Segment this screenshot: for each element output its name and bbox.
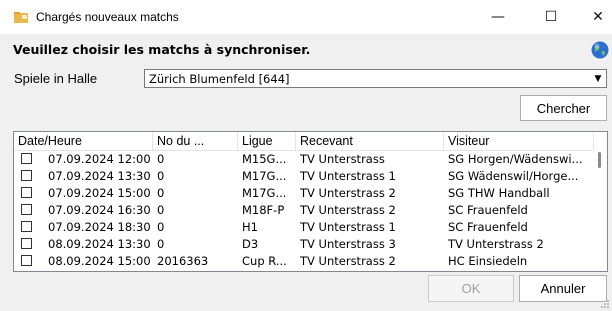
cell-home: TV Unterstrass 2 bbox=[300, 203, 396, 217]
table-header: Date/Heure No du ... Ligue Recevant Visi… bbox=[14, 132, 607, 151]
table-row[interactable]: 07.09.2024 16:30 0 M18F-P TV Unterstrass… bbox=[14, 202, 594, 218]
column-header-home[interactable]: Recevant bbox=[296, 132, 444, 150]
cell-league: M18F-P bbox=[242, 203, 285, 217]
dropdown-arrow-icon[interactable]: ▼ bbox=[590, 70, 606, 87]
hall-select-value: Zürich Blumenfeld [644] bbox=[149, 72, 290, 86]
cell-number: 2016363 bbox=[157, 254, 209, 268]
cell-visitor: SC Frauenfeld bbox=[448, 203, 528, 217]
cell-number: 0 bbox=[157, 237, 165, 251]
cell-league: Cup R... bbox=[242, 254, 287, 268]
table-row[interactable]: 07.09.2024 15:00 0 M17G... TV Unterstras… bbox=[14, 185, 594, 201]
maximize-button[interactable]: ☐ bbox=[528, 0, 574, 34]
row-checkbox[interactable] bbox=[21, 238, 32, 249]
column-header-date[interactable]: Date/Heure bbox=[14, 132, 153, 150]
cell-date: 07.09.2024 13:30 bbox=[48, 169, 151, 183]
hall-label: Spiele in Halle bbox=[14, 71, 98, 86]
app-icon bbox=[14, 12, 28, 23]
cell-date: 07.09.2024 15:00 bbox=[48, 186, 151, 200]
cell-home: TV Unterstrass 1 bbox=[300, 169, 396, 183]
cell-league: H1 bbox=[242, 220, 258, 234]
table-row[interactable]: 08.09.2024 13:30 0 D3 TV Unterstrass 3 T… bbox=[14, 236, 594, 252]
ok-button[interactable]: OK bbox=[428, 275, 514, 302]
cell-number: 0 bbox=[157, 169, 165, 183]
cell-home: TV Unterstrass 2 bbox=[300, 186, 396, 200]
cell-visitor: SG Wädenswil/Horge... bbox=[448, 169, 579, 183]
row-checkbox[interactable] bbox=[21, 153, 32, 164]
cell-visitor: TV Unterstrass 2 bbox=[448, 237, 544, 251]
cell-date: 08.09.2024 15:00 bbox=[48, 254, 151, 268]
minimize-button[interactable]: — bbox=[475, 0, 521, 34]
cell-number: 0 bbox=[157, 186, 165, 200]
hall-select[interactable]: Zürich Blumenfeld [644] ▼ bbox=[144, 69, 607, 88]
cell-date: 08.09.2024 13:30 bbox=[48, 237, 151, 251]
column-header-visitor[interactable]: Visiteur bbox=[444, 132, 594, 150]
table-row[interactable]: 08.09.2024 15:00 2016363 Cup R... TV Unt… bbox=[14, 253, 594, 269]
globe-icon[interactable] bbox=[591, 41, 609, 59]
row-checkbox[interactable] bbox=[21, 187, 32, 198]
search-button[interactable]: Chercher bbox=[520, 95, 607, 121]
cell-date: 07.09.2024 16:30 bbox=[48, 203, 151, 217]
vertical-scrollbar[interactable] bbox=[593, 150, 607, 271]
cell-home: TV Unterstrass 3 bbox=[300, 237, 396, 251]
window-title: Chargés nouveaux matchs bbox=[36, 10, 179, 24]
row-checkbox[interactable] bbox=[21, 221, 32, 232]
cell-visitor: SG THW Handball bbox=[448, 186, 550, 200]
cell-league: M17G... bbox=[242, 186, 287, 200]
row-checkbox[interactable] bbox=[21, 255, 32, 266]
match-table[interactable]: Date/Heure No du ... Ligue Recevant Visi… bbox=[13, 131, 608, 272]
cell-date: 07.09.2024 18:30 bbox=[48, 220, 151, 234]
cell-league: M15G... bbox=[242, 152, 287, 166]
cancel-button[interactable]: Annuler bbox=[519, 275, 607, 302]
cell-number: 0 bbox=[157, 152, 165, 166]
table-row[interactable]: 07.09.2024 12:00 0 M15G... TV Unterstras… bbox=[14, 151, 594, 167]
table-row[interactable]: 07.09.2024 13:30 0 M17G... TV Unterstras… bbox=[14, 168, 594, 184]
cell-league: M17G... bbox=[242, 169, 287, 183]
resize-grip-icon[interactable] bbox=[600, 299, 610, 309]
cell-number: 0 bbox=[157, 220, 165, 234]
cell-date: 07.09.2024 12:00 bbox=[48, 152, 151, 166]
row-checkbox[interactable] bbox=[21, 204, 32, 215]
cell-visitor: SC Frauenfeld bbox=[448, 220, 528, 234]
cell-home: TV Unterstrass 1 bbox=[300, 220, 396, 234]
close-button[interactable]: ✕ bbox=[575, 0, 612, 34]
cell-visitor: HC Einsiedeln bbox=[448, 254, 528, 268]
title-bar: Chargés nouveaux matchs — ☐ ✕ bbox=[0, 0, 612, 34]
cell-home: TV Unterstrass bbox=[300, 152, 385, 166]
column-header-number[interactable]: No du ... bbox=[153, 132, 238, 150]
instruction-heading: Veuillez choisir les matchs à synchronis… bbox=[13, 42, 311, 57]
row-checkbox[interactable] bbox=[21, 170, 32, 181]
cell-number: 0 bbox=[157, 203, 165, 217]
cell-home: TV Unterstrass 2 bbox=[300, 254, 396, 268]
scrollbar-thumb[interactable] bbox=[598, 152, 601, 168]
column-header-league[interactable]: Ligue bbox=[238, 132, 296, 150]
table-row[interactable]: 07.09.2024 18:30 0 H1 TV Unterstrass 1 S… bbox=[14, 219, 594, 235]
cell-league: D3 bbox=[242, 237, 259, 251]
cell-visitor: SG Horgen/Wädenswi... bbox=[448, 152, 583, 166]
